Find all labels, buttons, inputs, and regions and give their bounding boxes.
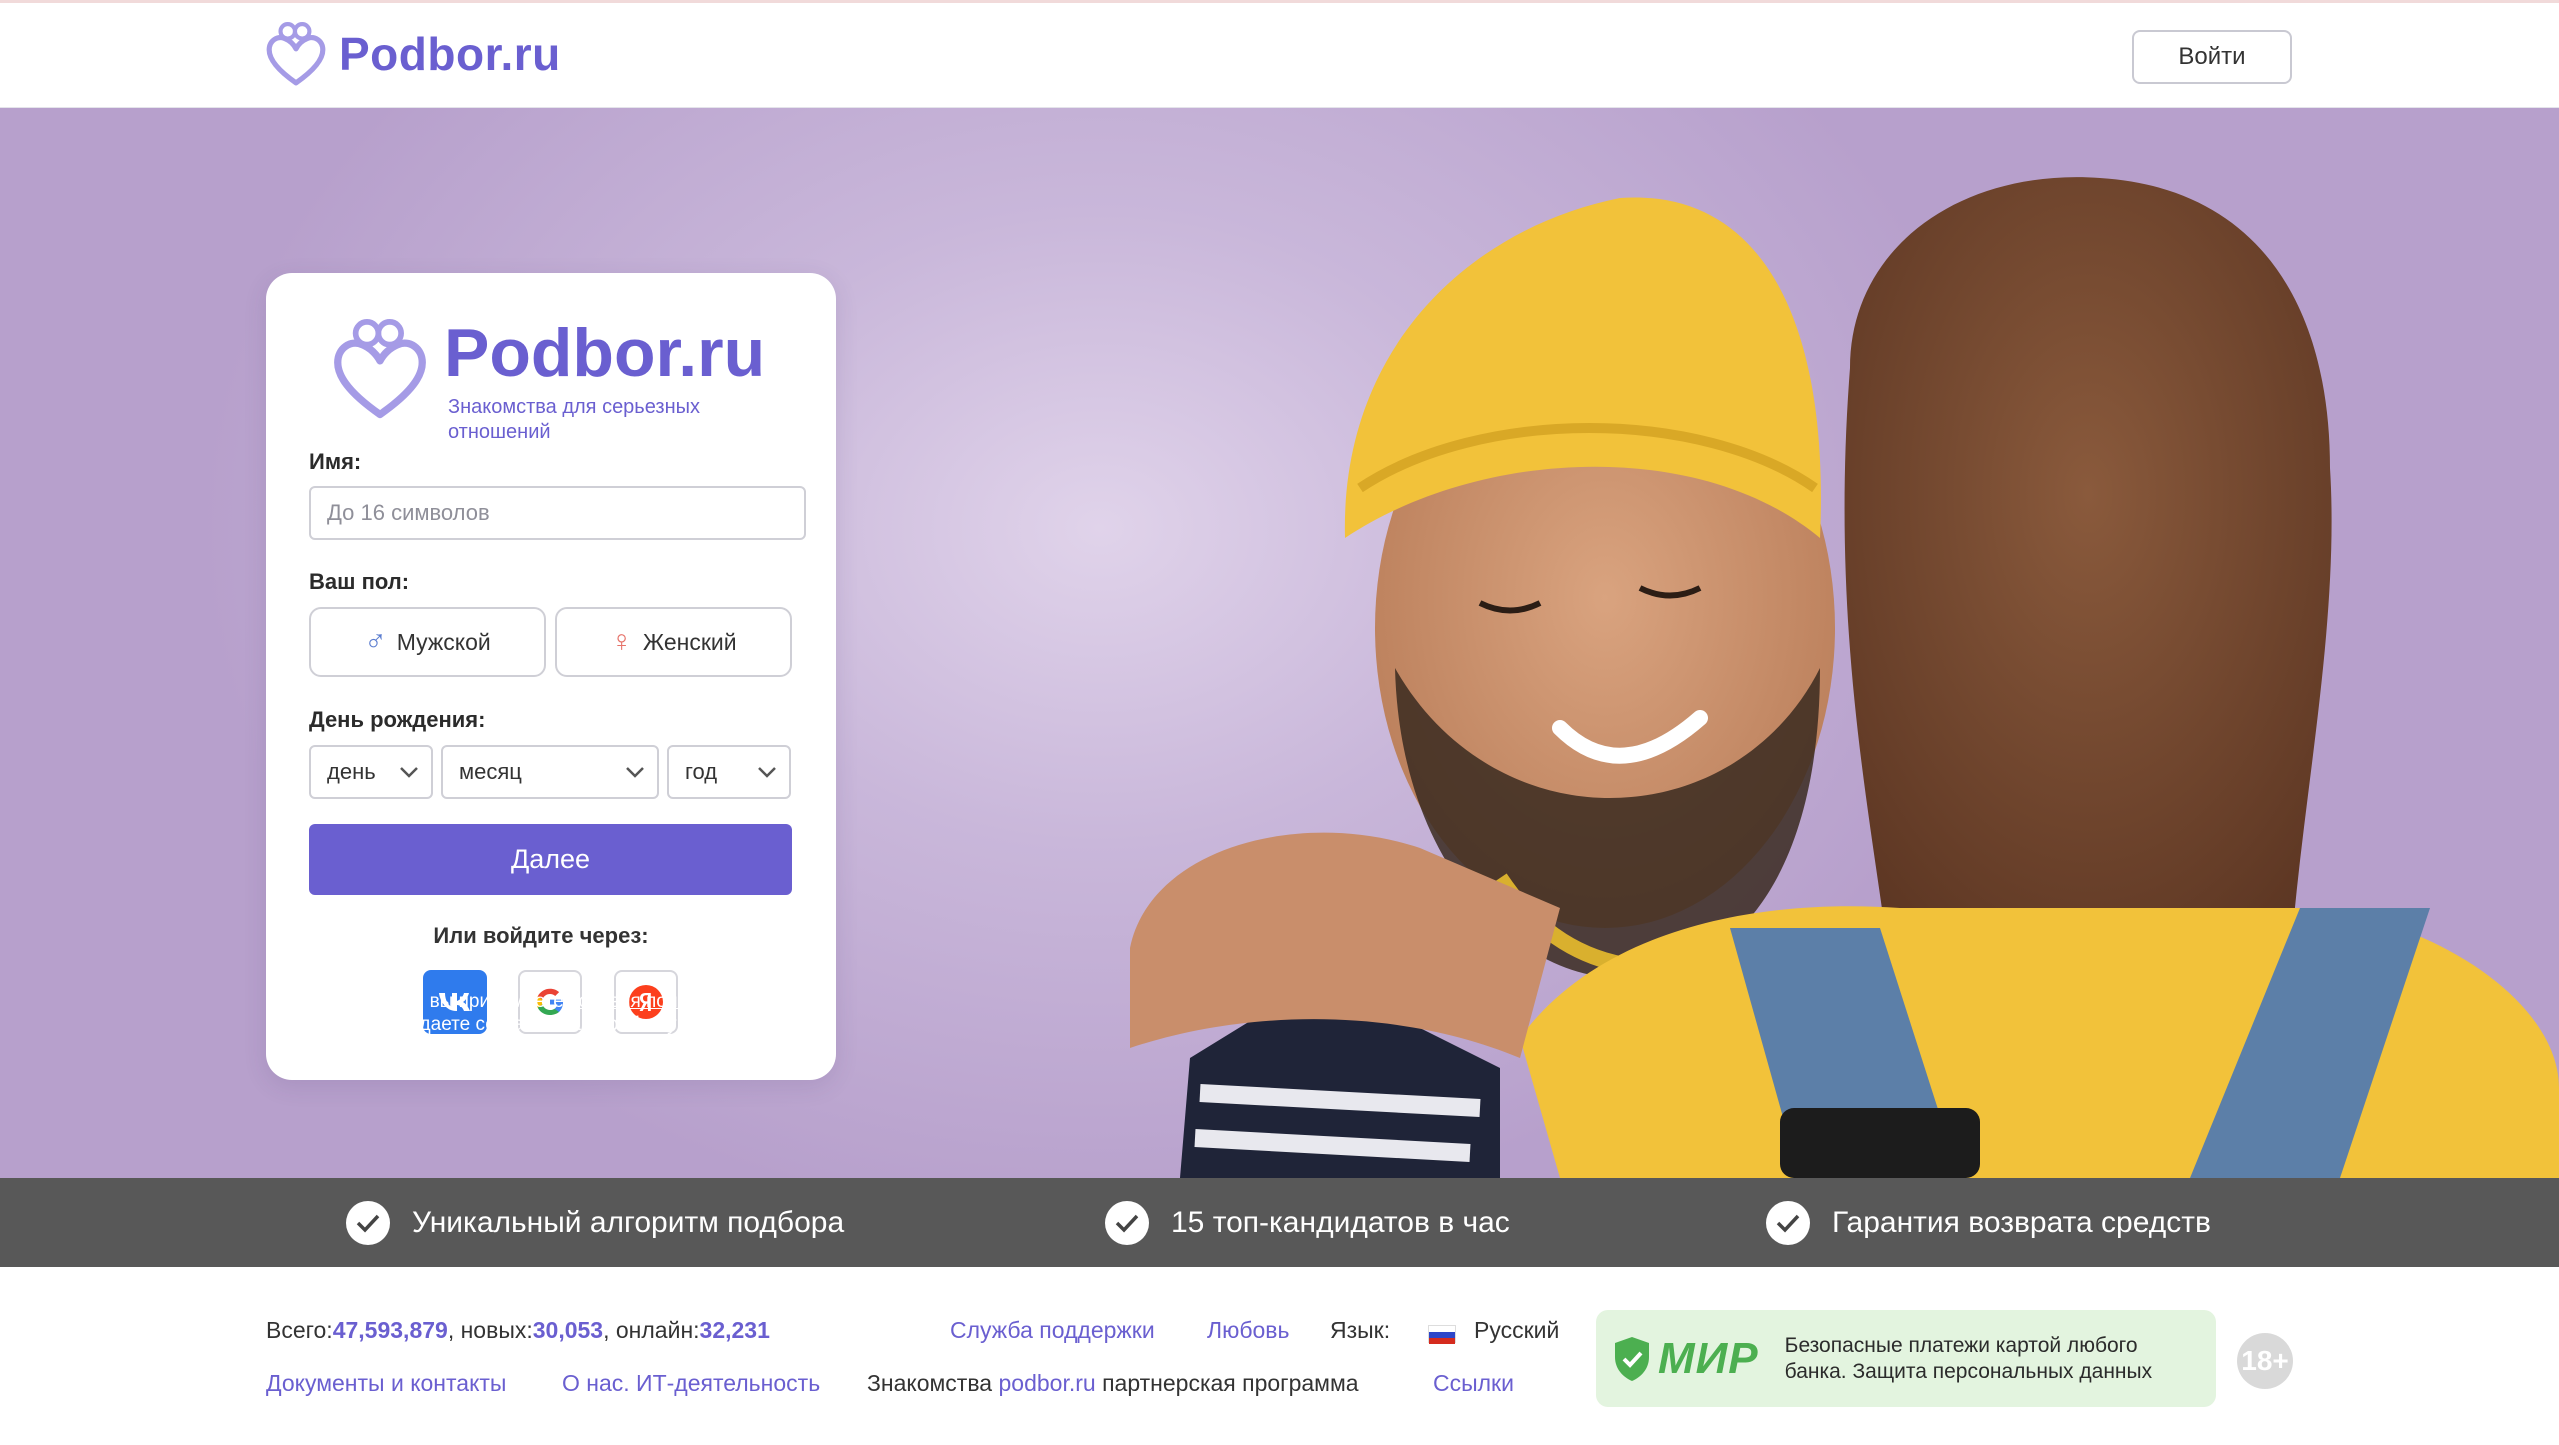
- feature-item: Уникальный алгоритм подбора: [346, 1178, 844, 1267]
- male-symbol-icon: ♂: [364, 625, 387, 658]
- registration-card: Podbor.ru Знакомства для серьезных отнош…: [266, 273, 836, 1080]
- chevron-down-icon: [625, 766, 645, 778]
- stats-online-label: , онлайн:: [603, 1317, 700, 1343]
- russia-flag-icon: [1428, 1325, 1456, 1344]
- terms-part1: Регистрируясь, вы принимаете: [290, 991, 570, 1012]
- card-tagline: Знакомства для серьезных отношений: [448, 396, 701, 443]
- chevron-down-icon: [757, 766, 777, 778]
- name-label: Имя:: [309, 449, 362, 474]
- language-select[interactable]: Русский: [1474, 1317, 1559, 1344]
- language-label: Язык:: [1330, 1317, 1391, 1343]
- heart-logo-icon: [330, 313, 430, 421]
- partner-prefix: Знакомства: [867, 1370, 999, 1396]
- female-symbol-icon: ♀: [610, 625, 633, 658]
- love-link[interactable]: Любовь: [1207, 1317, 1290, 1344]
- year-select-value: год: [685, 759, 718, 784]
- features-strip: Уникальный алгоритм подбора 15 топ-канди…: [0, 1178, 2559, 1267]
- age-rating-badge: 18+: [2237, 1333, 2293, 1389]
- card-brand-name: Podbor.ru: [444, 315, 766, 391]
- heart-logo-icon: [265, 21, 327, 87]
- stats-total-value: 47,593,879: [332, 1317, 448, 1343]
- mir-payment-badge: МИР Безопасные платежи картой любого бан…: [1596, 1310, 2216, 1407]
- header-logo[interactable]: Podbor.ru: [265, 21, 561, 87]
- year-select[interactable]: год: [667, 745, 791, 799]
- stats-total-label: Всего:: [266, 1317, 333, 1343]
- stats-online-value: 32,231: [699, 1317, 770, 1343]
- month-select-value: месяц: [459, 759, 522, 784]
- feature-label: Уникальный алгоритм подбора: [412, 1205, 845, 1239]
- check-icon: [346, 1200, 390, 1245]
- chevron-down-icon: [399, 766, 419, 778]
- about-link[interactable]: О нас. ИТ-деятельность: [562, 1370, 820, 1397]
- login-button[interactable]: Войти: [2132, 30, 2292, 84]
- site-footer: Всего:47,593,879, новых:30,053, онлайн:3…: [0, 1267, 2559, 1445]
- shield-check-icon: [1612, 1335, 1652, 1383]
- card-logo: Podbor.ru Знакомства для серьезных отнош…: [330, 313, 765, 445]
- name-input[interactable]: [309, 486, 806, 540]
- partner-site-link[interactable]: podbor.ru: [999, 1370, 1096, 1396]
- support-link[interactable]: Служба поддержки: [950, 1317, 1155, 1344]
- check-icon: [1766, 1200, 1810, 1245]
- stats-new-value: 30,053: [532, 1317, 604, 1343]
- birthday-label: День рождения:: [309, 707, 486, 732]
- feature-item: 15 топ-кандидатов в час: [1105, 1178, 1510, 1267]
- header-brand-name: Podbor.ru: [339, 28, 561, 80]
- gender-female-button[interactable]: ♀ Женский: [555, 607, 792, 677]
- day-select[interactable]: день: [309, 745, 433, 799]
- check-icon: [1105, 1200, 1149, 1245]
- links-link[interactable]: Ссылки: [1433, 1370, 1514, 1397]
- next-button[interactable]: Далее: [309, 824, 792, 895]
- gender-male-button[interactable]: ♂ Мужской: [309, 607, 546, 677]
- stats-new-label: , новых:: [447, 1317, 533, 1343]
- terms-text: Регистрируясь, вы принимаете условия пол…: [266, 990, 836, 1059]
- month-select[interactable]: месяц: [441, 745, 659, 799]
- social-login-label: Или войдите через:: [433, 923, 649, 948]
- user-stats: Всего:47,593,879, новых:30,053, онлайн:3…: [266, 1317, 770, 1344]
- site-header: Podbor.ru Войти: [0, 0, 2559, 108]
- feature-label: 15 топ-кандидатов в час: [1171, 1205, 1510, 1239]
- feature-item: Гарантия возврата средств: [1766, 1178, 2211, 1267]
- day-select-value: день: [327, 759, 376, 784]
- gender-female-label: Женский: [642, 628, 737, 655]
- mir-logo: МИР: [1658, 1333, 1759, 1383]
- hero-section: Podbor.ru Знакомства для серьезных отнош…: [0, 108, 2559, 1178]
- terms-part2: и даете согласие на обработку: [398, 1014, 682, 1035]
- partner-program: Знакомства podbor.ru партнерская програм…: [867, 1370, 1359, 1397]
- documents-link[interactable]: Документы и контакты: [266, 1370, 506, 1397]
- gender-label: Ваш пол:: [309, 569, 410, 594]
- gender-male-label: Мужской: [396, 628, 491, 655]
- mir-description: Безопасные платежи картой любого банка. …: [1784, 1333, 2153, 1383]
- partner-suffix[interactable]: партнерская программа: [1096, 1370, 1359, 1396]
- feature-label: Гарантия возврата средств: [1832, 1205, 2211, 1239]
